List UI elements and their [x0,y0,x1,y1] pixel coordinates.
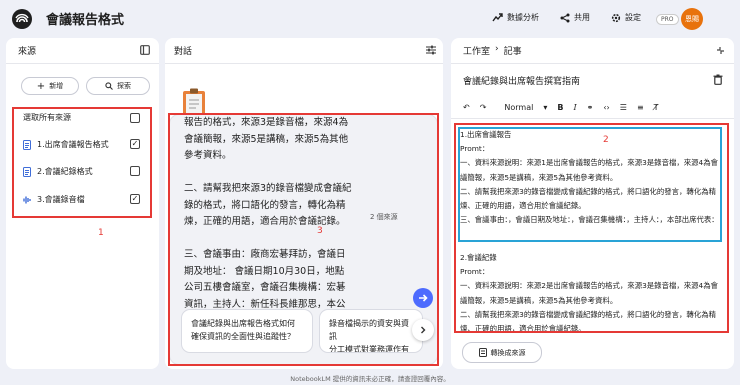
note-title[interactable]: 會議紀錄與出席報告撰寫指南 [463,74,580,87]
explore-sources-button[interactable]: 探索 [86,77,150,95]
studio-panel: 工作室 › 記事 會議紀錄與出席報告撰寫指南 ↶ ↷ Normal ▾ B I … [451,38,734,369]
bold-icon[interactable]: B [557,103,563,112]
annotation-box-3 [168,113,439,366]
chat-panel: 對話 報告的格式，來源3是錄音檔，來源4為會議簡報，來源5是講稿，來源5為其他參… [165,38,443,369]
checkmark-icon: ✓ [131,139,139,148]
link-icon[interactable]: ⚭ [587,103,594,112]
plus-icon: + [36,80,46,92]
clipboard-icon [183,88,205,115]
checkmark-icon: ✓ [131,194,139,203]
analytics-button[interactable]: 數據分析 [492,12,539,23]
chat-settings-icon[interactable] [426,45,436,55]
footer-disclaimer: NotebookLM 提供的資訊未必正確，請查證回覆內容。 [290,375,450,383]
annotation-label-2: 2 [603,135,609,145]
clear-formatting-icon[interactable]: T̸ [654,103,659,112]
chevron-down-icon[interactable]: ▾ [543,103,547,112]
breadcrumb: 工作室 › 記事 [463,44,522,57]
source-item[interactable]: 3.會議錄音檔 [23,194,85,205]
collapse-icon[interactable] [716,46,725,55]
breadcrumb-separator: › [495,44,499,54]
divider [451,63,734,64]
source-item[interactable]: 1.出席會議報告格式 [23,139,109,150]
redo-icon[interactable]: ↷ [480,103,487,112]
source-checkbox[interactable]: ✓ [130,194,140,204]
undo-icon[interactable]: ↶ [463,103,470,112]
share-label: 共用 [574,13,590,22]
breadcrumb-studio[interactable]: 工作室 [463,44,490,57]
sources-title: 來源 [18,47,37,57]
notebooklm-logo-icon[interactable] [12,9,32,29]
convert-to-source-button[interactable]: 轉換成來源 [462,342,542,363]
select-all-checkbox[interactable] [130,113,140,123]
search-icon [105,82,113,90]
select-all-label: 選取所有來源 [23,113,71,122]
source-checkbox[interactable]: ✓ [130,139,140,149]
document-icon [23,139,31,150]
sources-panel: 來源 + 新增 探索 選取所有來源 1.出席會議報告格式 ✓ 2.會議紀錄格式 … [6,38,159,369]
gear-icon [611,13,621,22]
divider [451,118,734,119]
source-label: 2.會議紀錄格式 [37,167,93,176]
source-checkbox[interactable] [130,166,140,176]
trash-icon[interactable] [713,74,723,85]
source-label: 1.出席會議報告格式 [37,140,109,149]
document-icon [23,166,31,177]
annotation-label-1: 1 [98,228,104,238]
share-button[interactable]: 共用 [560,12,590,23]
share-icon [560,13,570,22]
explore-sources-label: 探索 [117,82,131,90]
source-item[interactable]: 2.會議紀錄格式 [23,166,93,177]
analytics-label: 數據分析 [507,13,539,22]
pro-badge: PRO [656,14,679,25]
format-toolbar: ↶ ↷ Normal ▾ B I ⚭ ‹› ☰ ≡ T̸ [463,103,659,112]
annotation-label-3: 3 [317,226,323,236]
top-bar: 會議報告格式 數據分析 共用 設定 PRO 恩賜 [0,0,740,37]
divider [165,63,443,64]
divider [6,63,159,64]
avatar[interactable]: 恩賜 [681,8,703,30]
code-icon[interactable]: ‹› [603,103,609,112]
add-source-label: 新增 [49,82,64,90]
chat-title: 對話 [174,47,193,57]
convert-to-source-label: 轉換成來源 [490,348,526,357]
notebook-title[interactable]: 會議報告格式 [46,9,124,28]
settings-button[interactable]: 設定 [611,12,641,23]
collapse-panel-icon[interactable] [140,45,150,55]
document-icon [478,348,487,357]
breadcrumb-note: 記事 [503,47,522,57]
text-style-select[interactable]: Normal [504,103,533,112]
audio-icon [23,196,31,203]
numbered-list-icon[interactable]: ☰ [620,103,627,112]
settings-label: 設定 [625,13,641,22]
add-source-button[interactable]: + 新增 [21,77,79,95]
italic-icon[interactable]: I [573,103,576,112]
annotation-box-2 [454,123,729,333]
analytics-icon [492,12,503,21]
bulleted-list-icon[interactable]: ≡ [637,103,644,112]
source-label: 3.會議錄音檔 [37,195,85,204]
